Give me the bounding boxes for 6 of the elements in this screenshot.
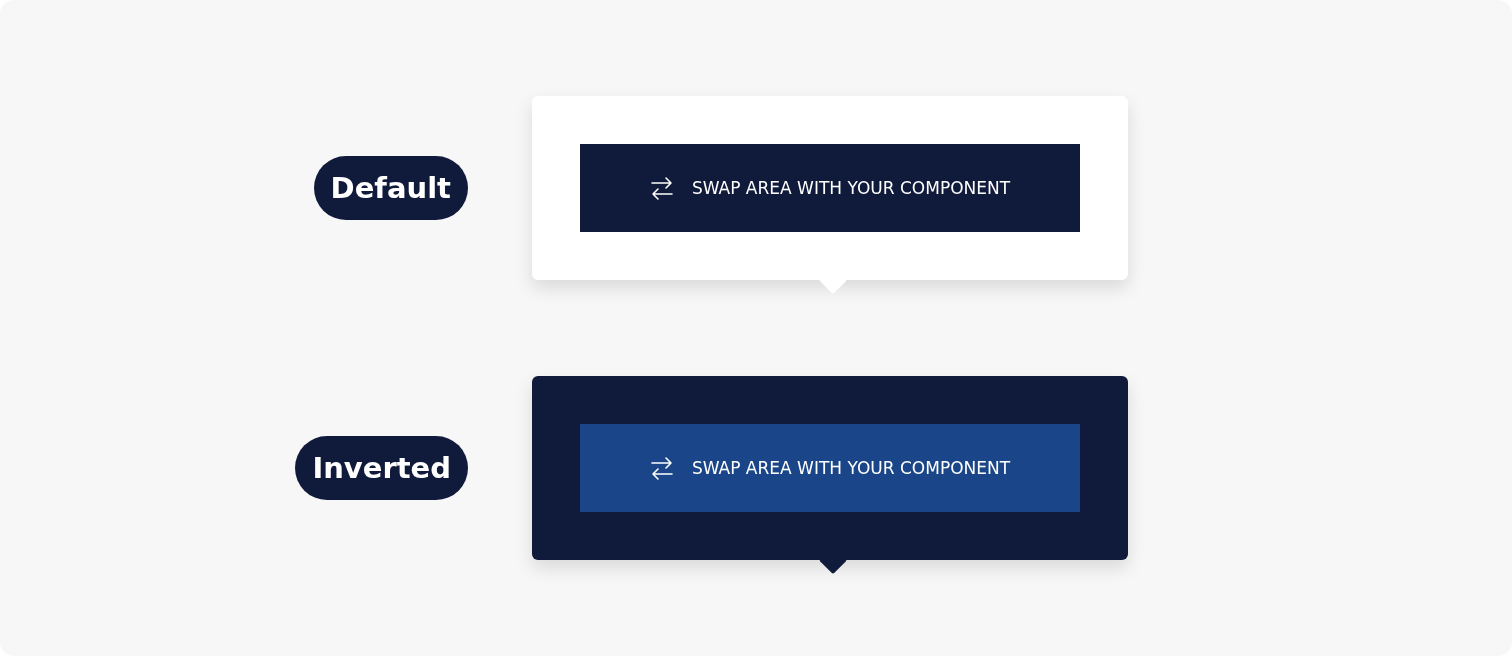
swap-text: SWAP AREA WITH YOUR COMPONENT — [691, 458, 1011, 478]
swap-text: SWAP AREA WITH YOUR COMPONENT — [691, 178, 1011, 198]
variant-label: Default — [313, 156, 468, 220]
variant-label: Inverted — [295, 436, 468, 500]
swap-icon — [649, 455, 674, 481]
swap-icon — [649, 175, 674, 201]
